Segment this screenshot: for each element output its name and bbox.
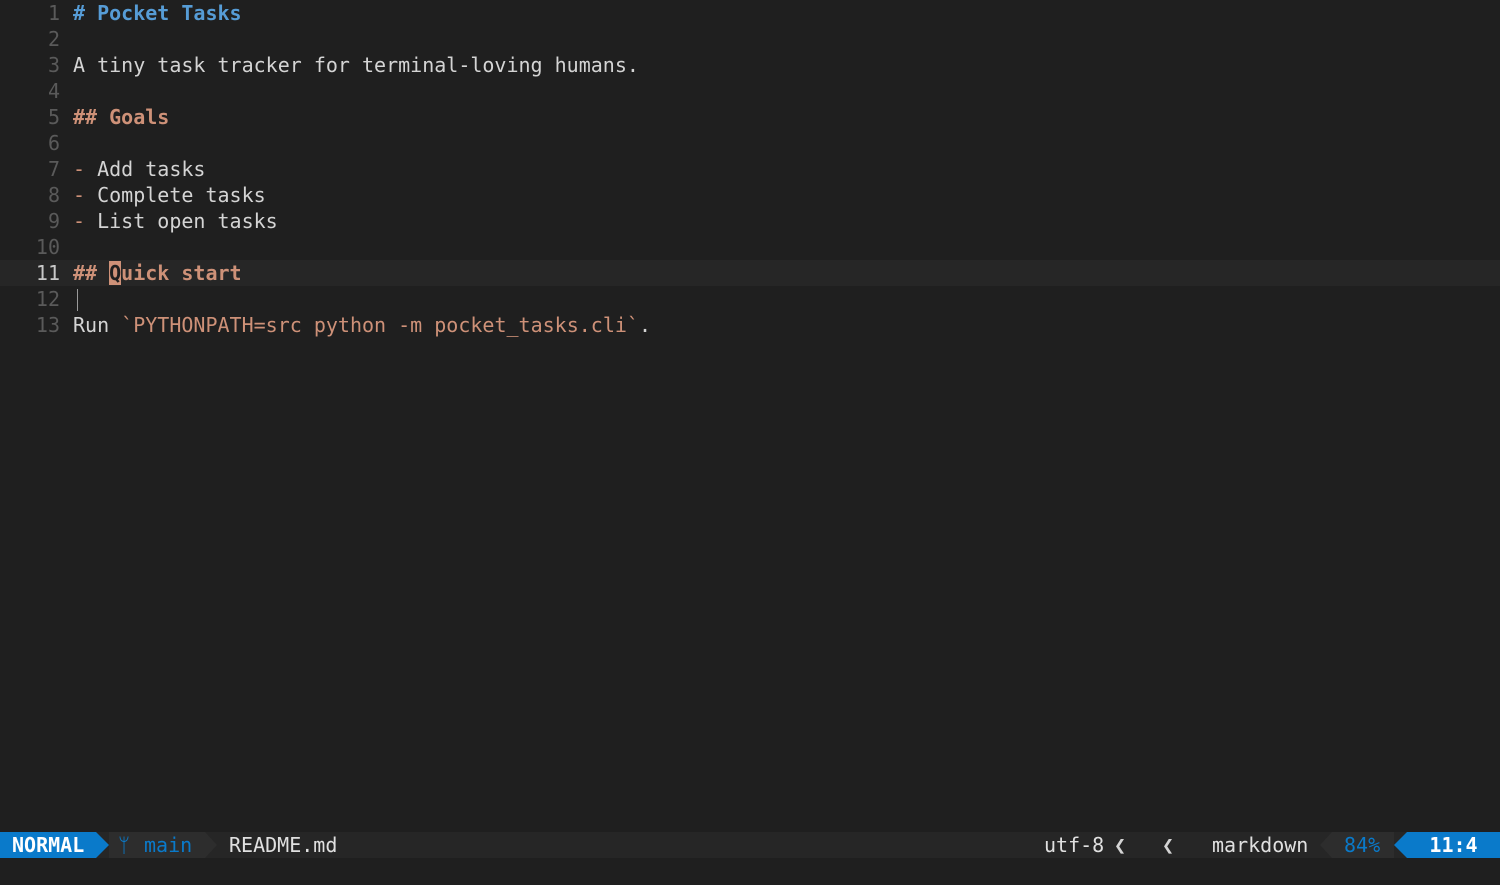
line-content[interactable]: Run `PYTHONPATH=src python -m pocket_tas… — [73, 312, 651, 338]
line-number: 6 — [47, 131, 60, 155]
percent-separator — [1320, 832, 1332, 858]
editor-line[interactable]: 12 — [0, 286, 1500, 312]
text-token: ## Goals — [73, 105, 170, 129]
text-token: Add tasks — [97, 157, 206, 181]
editor-line[interactable]: 1 # Pocket Tasks — [0, 0, 1500, 26]
line-number: 9 — [47, 209, 60, 233]
text-token: List open tasks — [97, 209, 278, 233]
scroll-percent: 84% — [1332, 832, 1394, 858]
cursor-position: 11:4 — [1407, 832, 1500, 858]
text-token: - — [73, 157, 98, 181]
editor-line[interactable]: 6 — [0, 130, 1500, 156]
indent-guide — [77, 289, 78, 311]
text-token: `PYTHONPATH=src python -m pocket_tasks.c… — [121, 313, 639, 337]
line-number: 13 — [35, 313, 60, 337]
editor-line[interactable]: 7- Add tasks — [0, 156, 1500, 182]
editor-line[interactable]: 5 ## Goals — [0, 104, 1500, 130]
text-token: uick start — [121, 261, 242, 285]
command-line[interactable] — [0, 858, 1500, 885]
line-number: 4 — [47, 79, 60, 103]
line-content[interactable]: ## Quick start — [73, 260, 242, 286]
file-type: markdown — [1212, 833, 1309, 857]
text-token: # Pocket Tasks — [73, 1, 242, 25]
line-content[interactable]: - Add tasks — [73, 156, 205, 182]
thin-separator: ❮ — [1114, 833, 1127, 857]
text-token: . — [638, 313, 651, 337]
editor-line[interactable]: 4 — [0, 78, 1500, 104]
text-token: - — [73, 209, 98, 233]
line-content[interactable]: - Complete tasks — [73, 182, 266, 208]
line-number: 5 — [47, 105, 60, 129]
text-token: Complete tasks — [97, 183, 266, 207]
editor-line[interactable]: 10 — [0, 234, 1500, 260]
editor-line[interactable]: 2 — [0, 26, 1500, 52]
line-number: 10 — [35, 235, 60, 259]
line-number: 3 — [47, 53, 60, 77]
mode-indicator: NORMAL — [0, 832, 96, 858]
line-content[interactable]: - List open tasks — [73, 208, 278, 234]
line-number: 2 — [47, 27, 60, 51]
editor-line[interactable]: 8- Complete tasks — [0, 182, 1500, 208]
line-content[interactable]: ## Goals — [73, 104, 169, 130]
line-content[interactable]: A tiny task tracker for terminal-loving … — [73, 52, 639, 78]
mode-separator — [96, 832, 109, 858]
git-branch-segment: ᛘ main — [109, 832, 205, 858]
text-token: Run — [73, 313, 122, 337]
line-content[interactable]: # Pocket Tasks — [73, 0, 242, 26]
editor-buffer[interactable]: 1 # Pocket Tasks 2 3 A tiny task tracker for… — [0, 0, 1500, 832]
line-number: 11 — [35, 261, 60, 285]
branch-separator — [205, 832, 217, 858]
git-branch-name: main — [144, 833, 193, 857]
file-encoding: utf-8 — [1044, 833, 1105, 857]
editor-line[interactable]: 11 ## Quick start — [0, 260, 1500, 286]
status-line: NORMAL ᛘ main README.md utf-8 ❮ ❮ markdo… — [0, 832, 1500, 878]
text-cursor: Q — [109, 261, 122, 285]
thin-separator: ❮ — [1162, 833, 1175, 857]
line-number: 12 — [35, 287, 60, 311]
text-token: A tiny task tracker for terminal-loving … — [73, 53, 639, 77]
text-token: - — [73, 183, 98, 207]
editor-line[interactable]: 13 Run `PYTHONPATH=src python -m pocket_t… — [0, 312, 1500, 338]
editor-line[interactable]: 3 A tiny task tracker for terminal-loving… — [0, 52, 1500, 78]
editor-line[interactable]: 9- List open tasks — [0, 208, 1500, 234]
line-number: 8 — [47, 183, 60, 207]
line-number: 7 — [47, 157, 60, 181]
line-number: 1 — [47, 1, 60, 25]
position-separator — [1394, 832, 1407, 858]
git-branch-icon: ᛘ — [118, 833, 130, 857]
file-name: README.md — [229, 833, 338, 857]
text-token: ## — [73, 261, 110, 285]
